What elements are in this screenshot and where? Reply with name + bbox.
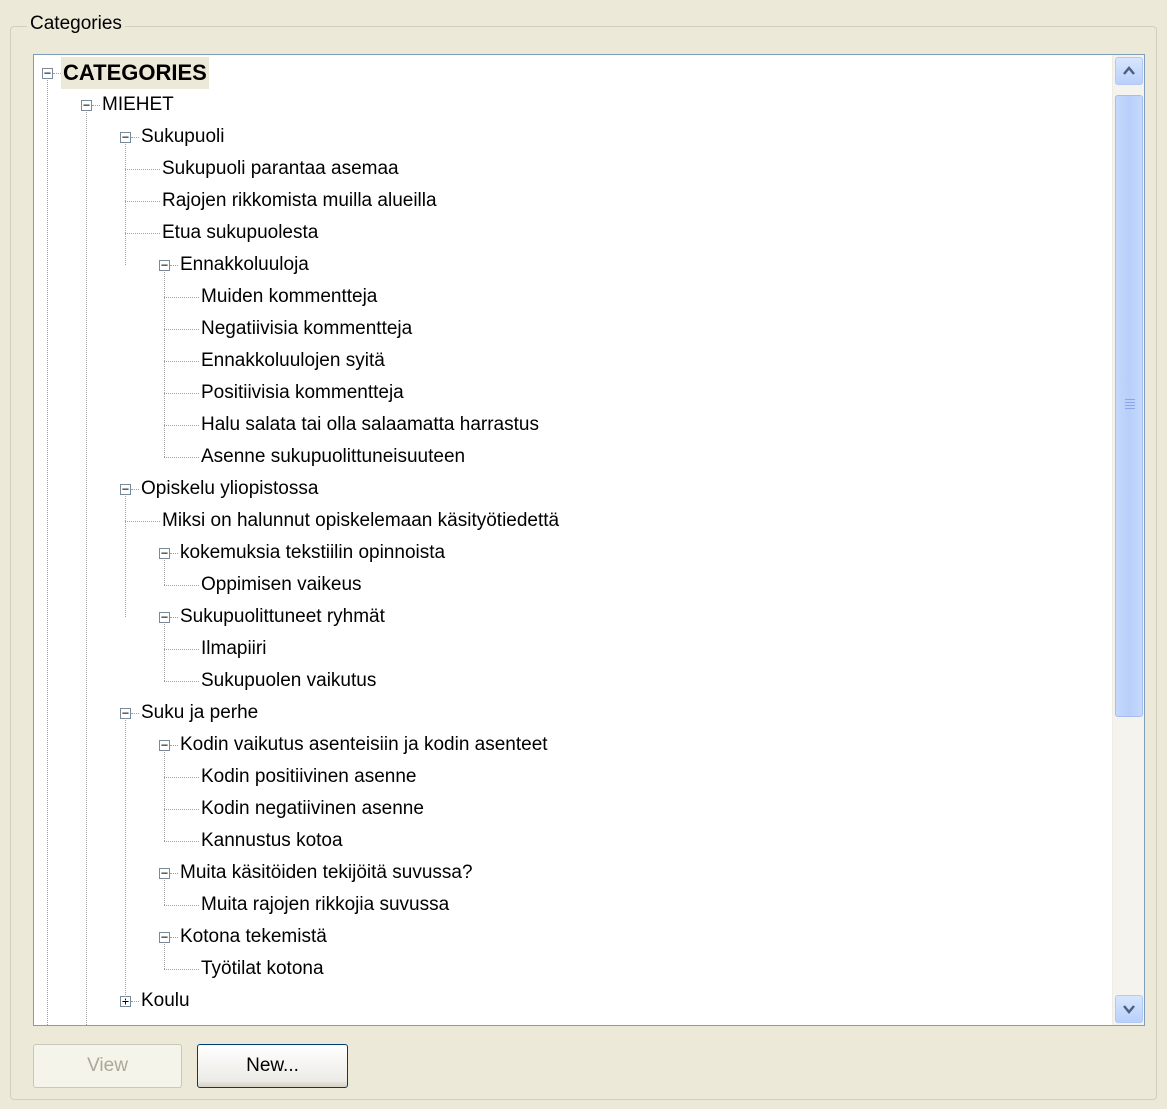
- tree-item-label: Sukupuolittuneet ryhmät: [180, 606, 385, 627]
- tree-item[interactable]: − kokemuksia tekstiilin opinnoista: [34, 537, 1112, 569]
- tree-item[interactable]: − MIEHET: [34, 89, 1112, 121]
- tree-item-label: Positiivisia kommentteja: [201, 382, 404, 403]
- tree-item-label: Rajojen rikkomista muilla alueilla: [162, 190, 437, 211]
- tree-item[interactable]: − Muita käsitöiden tekijöitä suvussa?: [34, 857, 1112, 889]
- tree-item[interactable]: − Ennakkoluuloja: [34, 249, 1112, 281]
- tree-item[interactable]: Miksi on halunnut opiskelemaan käsityöti…: [34, 505, 1112, 537]
- tree-item[interactable]: − Kotona tekemistä: [34, 921, 1112, 953]
- tree-connector: [125, 718, 126, 1001]
- chevron-up-icon: [1123, 66, 1135, 75]
- tree-item[interactable]: Sukupuolen vaikutus: [34, 665, 1112, 697]
- tree-item[interactable]: − CATEGORIES: [34, 57, 1112, 89]
- tree-item[interactable]: Kannustus kotoa: [34, 825, 1112, 857]
- collapse-icon[interactable]: −: [81, 99, 92, 111]
- new-button[interactable]: New...: [197, 1044, 348, 1088]
- collapse-icon[interactable]: −: [120, 483, 131, 495]
- tree-item[interactable]: Kodin negatiivinen asenne: [34, 793, 1112, 825]
- tree-item-label: Sukupuoli: [141, 126, 225, 147]
- tree-item-label: Sukupuoli parantaa asemaa: [162, 158, 399, 179]
- tree-item-label: Kotona tekemistä: [180, 926, 327, 947]
- tree-item-label: Ennakkoluulojen syitä: [201, 350, 385, 371]
- scroll-up-button[interactable]: [1115, 57, 1143, 85]
- collapse-icon[interactable]: −: [159, 867, 170, 879]
- tree-item-label: Muita rajojen rikkojia suvussa: [201, 894, 450, 915]
- tree-item[interactable]: + Koulu: [34, 985, 1112, 1017]
- thumb-grip: [1125, 405, 1135, 406]
- thumb-grip: [1125, 402, 1135, 403]
- view-button[interactable]: View: [33, 1044, 182, 1088]
- tree-item-label: Koulu: [141, 990, 190, 1011]
- tree-item-label: MIEHET: [102, 94, 174, 115]
- tree-item-label: Sukupuolen vaikutus: [201, 670, 377, 691]
- tree-item[interactable]: Muiden kommentteja: [34, 281, 1112, 313]
- tree-item[interactable]: Kodin positiivinen asenne: [34, 761, 1112, 793]
- scroll-thumb[interactable]: [1115, 95, 1143, 717]
- thumb-grip: [1125, 408, 1135, 409]
- tree-item-label: Kodin positiivinen asenne: [201, 766, 417, 787]
- tree-item[interactable]: Muita rajojen rikkojia suvussa: [34, 889, 1112, 921]
- tree-item-label: Etua sukupuolesta: [162, 222, 319, 243]
- tree-item[interactable]: Asenne sukupuolittuneisuuteen: [34, 441, 1112, 473]
- tree-item-label: Halu salata tai olla salaamatta harrastu…: [201, 414, 539, 435]
- tree-item[interactable]: − Suku ja perhe: [34, 697, 1112, 729]
- tree-item[interactable]: − Kodin vaikutus asenteisiin ja kodin ase…: [34, 729, 1112, 761]
- tree-item-label: CATEGORIES: [61, 57, 209, 89]
- tree-item[interactable]: − Sukupuolittuneet ryhmät: [34, 601, 1112, 633]
- tree-item-label: Ennakkoluuloja: [180, 254, 309, 275]
- collapse-icon[interactable]: −: [159, 739, 170, 751]
- tree-item-label: Ilmapiiri: [201, 638, 267, 659]
- tree-item-label: Opiskelu yliopistossa: [141, 478, 319, 499]
- collapse-icon[interactable]: −: [120, 131, 131, 143]
- chevron-down-icon: [1123, 1005, 1135, 1014]
- tree-item-label: Muita käsitöiden tekijöitä suvussa?: [180, 862, 473, 883]
- tree-item-label: Kodin vaikutus asenteisiin ja kodin asen…: [180, 734, 548, 755]
- groupbox-label: Categories: [27, 13, 125, 35]
- tree-item[interactable]: − Sukupuoli: [34, 121, 1112, 153]
- tree-item-label: kokemuksia tekstiilin opinnoista: [180, 542, 446, 563]
- tree-item-label: Suku ja perhe: [141, 702, 259, 723]
- collapse-icon[interactable]: −: [42, 67, 53, 79]
- thumb-grip: [1125, 399, 1135, 400]
- tree-item[interactable]: Negatiivisia kommentteja: [34, 313, 1112, 345]
- collapse-icon[interactable]: −: [159, 611, 170, 623]
- tree-item[interactable]: Ennakkoluulojen syitä: [34, 345, 1112, 377]
- tree-item[interactable]: Rajojen rikkomista muilla alueilla: [34, 185, 1112, 217]
- tree-content: − CATEGORIES − MIEHET − Sukupuoli Sukupuoli pa…: [34, 55, 1112, 1025]
- collapse-icon[interactable]: −: [159, 547, 170, 559]
- tree-item-label: Muiden kommentteja: [201, 286, 378, 307]
- tree-item-label: Miksi on halunnut opiskelemaan käsityöti…: [162, 510, 560, 531]
- tree-item[interactable]: Oppimisen vaikeus: [34, 569, 1112, 601]
- vertical-scrollbar[interactable]: [1112, 55, 1144, 1025]
- category-tree[interactable]: − CATEGORIES − MIEHET − Sukupuoli Sukupuoli pa…: [33, 54, 1145, 1026]
- tree-item[interactable]: Ilmapiiri: [34, 633, 1112, 665]
- tree-item-label: Työtilat kotona: [201, 958, 324, 979]
- tree-item[interactable]: Etua sukupuolesta: [34, 217, 1112, 249]
- tree-item-label: Negatiivisia kommentteja: [201, 318, 413, 339]
- collapse-icon[interactable]: −: [159, 931, 170, 943]
- tree-item[interactable]: Halu salata tai olla salaamatta harrastu…: [34, 409, 1112, 441]
- scroll-down-button[interactable]: [1115, 995, 1143, 1023]
- collapse-icon[interactable]: −: [159, 259, 170, 271]
- tree-item[interactable]: Positiivisia kommentteja: [34, 377, 1112, 409]
- tree-item-label: Asenne sukupuolittuneisuuteen: [201, 446, 466, 467]
- tree-item-label: Kannustus kotoa: [201, 830, 343, 851]
- tree-item[interactable]: Sukupuoli parantaa asemaa: [34, 153, 1112, 185]
- tree-item-label: Kodin negatiivinen asenne: [201, 798, 424, 819]
- tree-item[interactable]: Työtilat kotona: [34, 953, 1112, 985]
- tree-item-label: Oppimisen vaikeus: [201, 574, 362, 595]
- tree-item[interactable]: − Opiskelu yliopistossa: [34, 473, 1112, 505]
